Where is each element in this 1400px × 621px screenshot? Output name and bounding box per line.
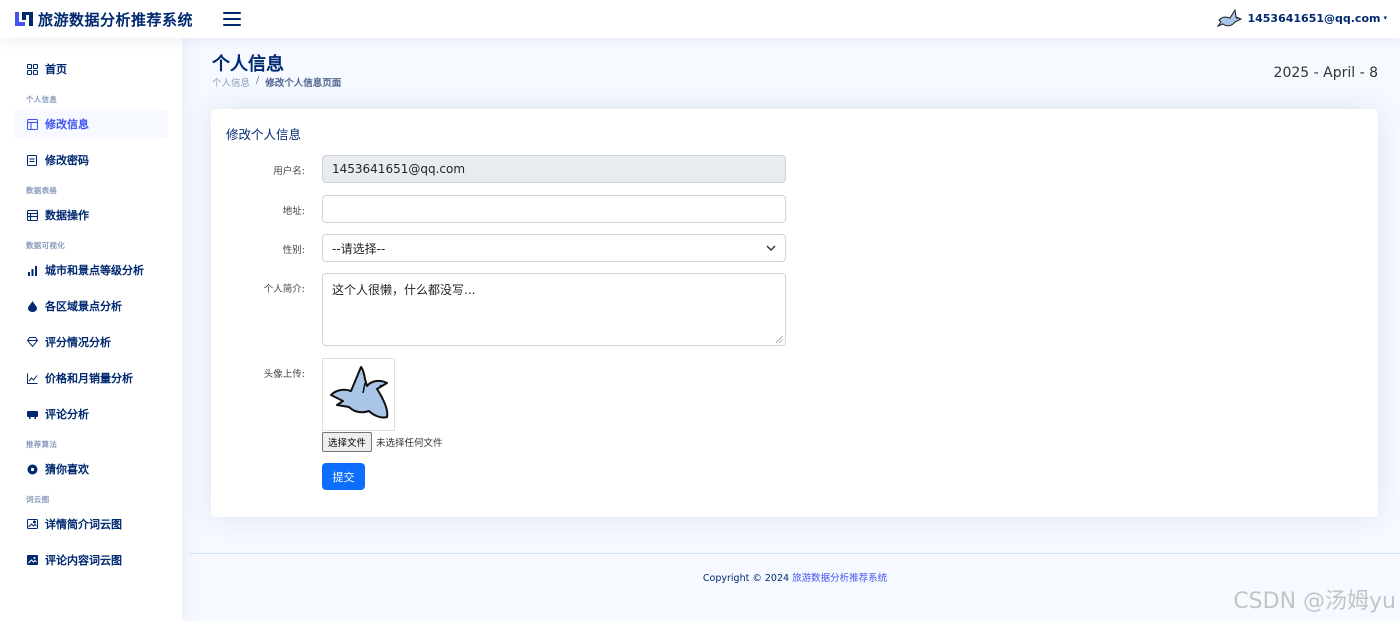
sidebar-item-label: 修改密码 — [45, 154, 89, 167]
sidebar-item-rating[interactable]: 评分情况分析 — [14, 327, 168, 357]
sidebar-item-label: 修改信息 — [45, 118, 89, 131]
sidebar-item-city-level[interactable]: 城市和景点等级分析 — [14, 255, 168, 285]
image-alt-icon — [26, 554, 38, 566]
page-title: 个人信息 — [212, 54, 284, 75]
bio-label: 个人简介: — [263, 284, 305, 295]
copyright-text: Copyright © 2024 — [702, 573, 793, 584]
footer-brand-link[interactable]: 旅游数据分析推荐系统 — [792, 573, 887, 584]
app-title: 旅游数据分析推荐系统 — [38, 10, 194, 29]
choose-file-button[interactable]: 选择文件 — [322, 432, 373, 452]
avatar-upload-label: 头像上传: — [263, 369, 305, 380]
sidebar-item-price-sales[interactable]: 价格和月销量分析 — [14, 363, 168, 393]
sidebar-item-label: 评论分析 — [45, 408, 89, 421]
menu-toggle-icon[interactable] — [223, 12, 242, 26]
breadcrumb: 个人信息 / 修改个人信息页面 — [212, 75, 341, 89]
sidebar-item-change-password[interactable]: 修改密码 — [14, 145, 168, 175]
username-field[interactable]: 1453641651@qq.com — [322, 155, 786, 183]
logo-icon — [15, 12, 33, 26]
grid-icon — [26, 63, 38, 75]
droplet-icon — [26, 300, 38, 312]
gender-select[interactable]: --请选择-- — [322, 234, 786, 262]
document-icon — [26, 154, 38, 166]
avatar-preview — [322, 358, 395, 431]
card-title: 修改个人信息 — [226, 127, 302, 142]
address-label: 地址: — [282, 206, 305, 217]
nav-heading-tables: 数据表格 — [26, 186, 58, 195]
image-icon — [26, 518, 38, 530]
gender-value: --请选择-- — [332, 241, 386, 256]
username-label: 用户名: — [273, 166, 305, 177]
resize-handle-icon[interactable] — [776, 336, 783, 343]
profile-card: 修改个人信息 用户名: 1453641651@qq.com 地址: 性别: --… — [211, 109, 1378, 517]
sidebar-item-label: 详情简介词云图 — [45, 518, 122, 531]
current-date: 2025 - April - 8 — [1273, 65, 1378, 81]
layout-icon — [26, 118, 38, 130]
sidebar-item-data-ops[interactable]: 数据操作 — [14, 200, 168, 230]
disc-icon — [26, 463, 38, 475]
breadcrumb-separator: / — [256, 75, 260, 86]
sidebar-item-label: 评分情况分析 — [45, 336, 111, 349]
footer: Copyright © 2024 旅游数据分析推荐系统 — [190, 570, 1400, 584]
gem-icon — [26, 336, 38, 348]
nav-heading-recommend: 推荐算法 — [26, 440, 58, 449]
file-status: 未选择任何文件 — [376, 438, 443, 449]
sidebar-item-guess-like[interactable]: 猜你喜欢 — [14, 454, 168, 484]
submit-button[interactable]: 提交 — [322, 463, 365, 490]
chevron-down-icon: ▾ — [1383, 14, 1387, 22]
table-icon — [26, 209, 38, 221]
line-chart-icon — [26, 372, 38, 384]
breadcrumb-link[interactable]: 个人信息 — [212, 75, 250, 89]
sidebar-item-label: 评论内容词云图 — [45, 554, 122, 567]
sidebar-item-label: 城市和景点等级分析 — [45, 264, 144, 277]
sidebar-item-region[interactable]: 各区域景点分析 — [14, 291, 168, 321]
sidebar-item-comment-wordcloud[interactable]: 评论内容词云图 — [14, 545, 168, 575]
sidebar: 首页 个人信息 修改信息 修改密码 数据表格 数据操作 数据可视化 城市和景点等… — [0, 38, 182, 621]
sidebar-item-home[interactable]: 首页 — [14, 54, 168, 84]
logo[interactable]: 旅游数据分析推荐系统 — [14, 9, 193, 30]
bird-image — [330, 366, 389, 419]
sidebar-item-detail-wordcloud[interactable]: 详情简介词云图 — [14, 509, 168, 539]
watermark: CSDN @汤姆yu — [1233, 589, 1396, 614]
projector-icon — [26, 408, 38, 420]
address-field[interactable] — [322, 195, 786, 223]
top-header: 旅游数据分析推荐系统 1453641651@qq.com ▾ — [0, 0, 1400, 38]
footer-divider — [190, 553, 1400, 554]
sidebar-item-edit-info[interactable]: 修改信息 — [14, 109, 168, 139]
user-menu[interactable]: 1453641651@qq.com ▾ — [1215, 4, 1387, 32]
bio-textarea[interactable]: 这个人很懒，什么都没写... — [322, 273, 786, 346]
bar-chart-icon — [26, 264, 38, 276]
avatar — [1216, 8, 1243, 28]
file-input: 选择文件 未选择任何文件 — [322, 432, 443, 452]
username-value: 1453641651@qq.com — [332, 162, 466, 176]
nav-heading-wordcloud: 词云图 — [26, 495, 50, 504]
user-name: 1453641651@qq.com — [1247, 11, 1381, 25]
gender-label: 性别: — [282, 245, 305, 256]
nav-heading-visualization: 数据可视化 — [26, 241, 65, 250]
nav-heading-personal: 个人信息 — [26, 95, 58, 104]
sidebar-item-label: 数据操作 — [45, 209, 89, 222]
sidebar-item-label: 首页 — [45, 63, 67, 76]
bio-value: 这个人很懒，什么都没写... — [332, 283, 476, 297]
sidebar-item-label: 价格和月销量分析 — [45, 372, 133, 385]
breadcrumb-current: 修改个人信息页面 — [265, 78, 342, 89]
sidebar-item-label: 猜你喜欢 — [45, 463, 89, 476]
sidebar-item-comments[interactable]: 评论分析 — [14, 399, 168, 429]
chevron-down-icon — [766, 245, 776, 251]
sidebar-item-label: 各区域景点分析 — [45, 300, 122, 313]
